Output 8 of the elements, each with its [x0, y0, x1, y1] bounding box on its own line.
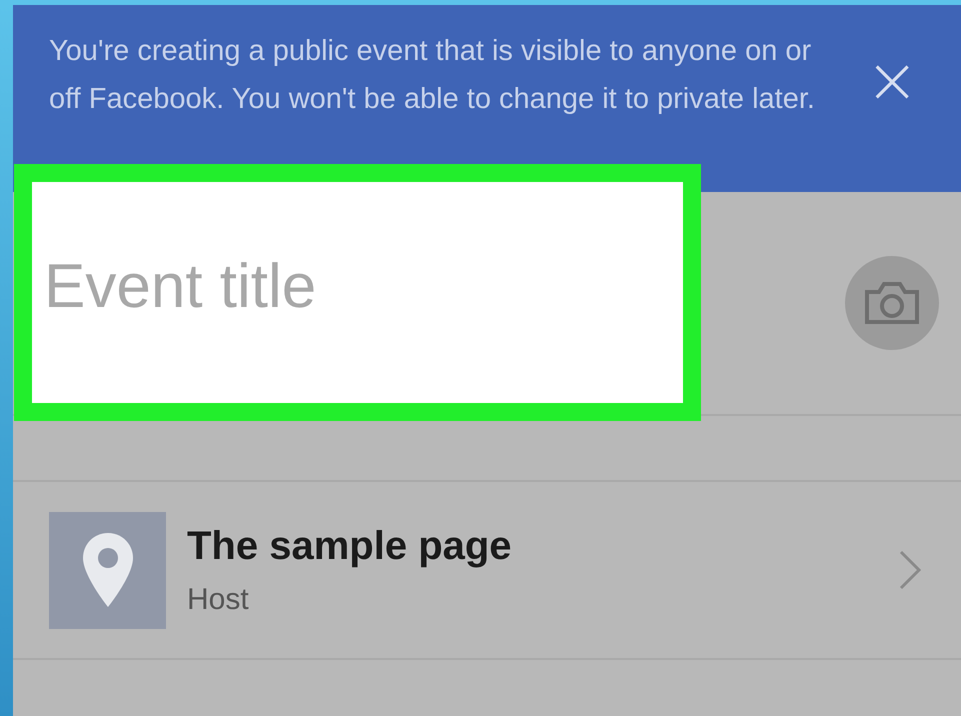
location-pin-icon: [49, 512, 166, 628]
close-button[interactable]: ×: [865, 49, 919, 113]
host-label: Host: [187, 582, 250, 616]
chevron-icon[interactable]: [899, 550, 921, 590]
notice-text: You're creating a public event that is visible to anyone on or off Facebook. You won't be able to change it to private later.: [49, 34, 816, 117]
event-title-field[interactable]: Event title: [14, 164, 701, 420]
host-name: The sample page: [187, 524, 513, 568]
camera-icon: [863, 280, 921, 326]
